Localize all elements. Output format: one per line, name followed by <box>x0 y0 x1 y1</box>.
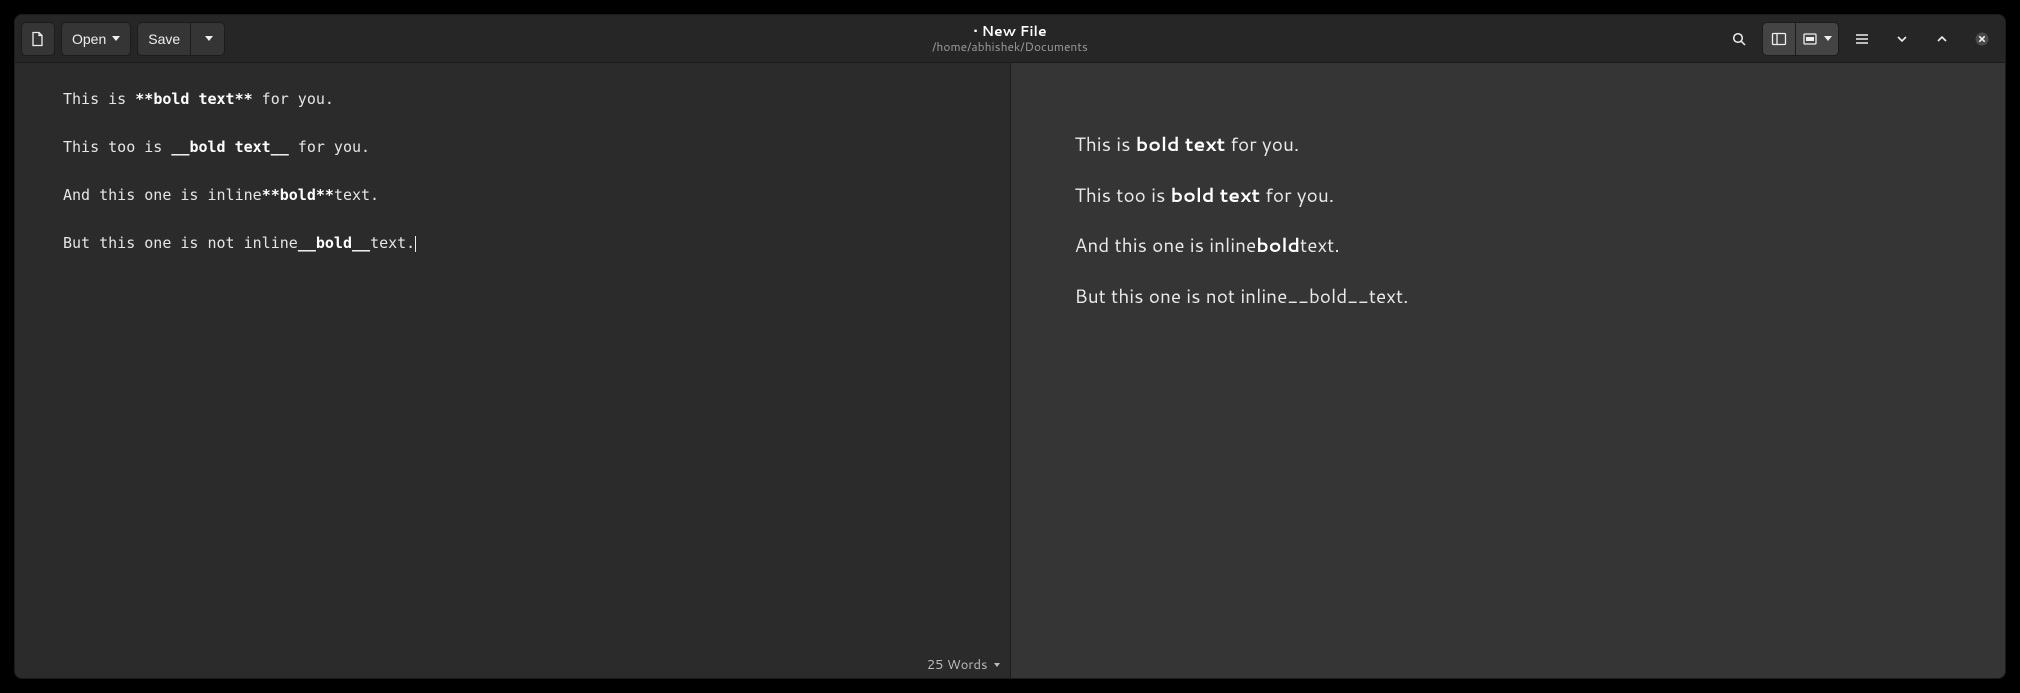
editor-segment: bold <box>316 234 352 252</box>
preview-content: This is bold text for you.This too is bo… <box>1011 63 2006 357</box>
editor-segment: text. <box>334 186 379 204</box>
sidebar-toggle-button[interactable] <box>1762 22 1796 56</box>
editor-segment: text. <box>370 234 415 252</box>
save-button-group: Save <box>137 22 225 56</box>
content-area: This is **bold text** for you. This too … <box>15 63 2005 678</box>
preview-text: text. <box>1300 232 1340 259</box>
save-menu-button[interactable] <box>191 22 225 56</box>
close-icon <box>1974 31 1990 47</box>
preview-text: And this one is inline <box>1075 232 1257 259</box>
editor-segment: ** <box>235 90 253 108</box>
preview-text: for you. <box>1225 131 1299 158</box>
editor-segment: And this one is inline <box>63 186 262 204</box>
save-button[interactable]: Save <box>137 22 191 56</box>
preview-pane: This is bold text for you.This too is bo… <box>1011 63 2006 678</box>
preview-text: This is <box>1075 131 1136 158</box>
editor-segment: ** <box>262 186 280 204</box>
text-cursor <box>415 236 416 253</box>
preview-paragraph: But this one is not inline__bold__text. <box>1075 283 1942 312</box>
editor-segment: bold text <box>189 138 270 156</box>
preview-text: This too is <box>1075 182 1171 209</box>
editor-segment: __ <box>171 138 189 156</box>
close-button[interactable] <box>1965 22 1999 56</box>
open-button-group: Open <box>61 22 131 56</box>
header-center: • New File /home/abhishek/Documents <box>15 15 2005 63</box>
editor-segment: for you. <box>289 138 370 156</box>
open-button[interactable]: Open <box>61 22 131 56</box>
preview-text: But this one is not inline__bold__text. <box>1075 283 1409 310</box>
chevron-up-icon <box>1934 31 1950 47</box>
sidebar-toggle-icon <box>1771 31 1787 47</box>
hamburger-menu-button[interactable] <box>1845 22 1879 56</box>
chevron-down-icon <box>1894 31 1910 47</box>
editor-line[interactable]: This too is __bold text__ for you. <box>63 135 962 159</box>
preview-paragraph: This too is bold text for you. <box>1075 182 1942 211</box>
view-mode-group <box>1762 22 1839 56</box>
open-button-label: Open <box>72 31 106 47</box>
editor-segment: But this one is not inline <box>63 234 298 252</box>
editor-line[interactable]: This is **bold text** for you. <box>63 87 962 111</box>
status-bar: 25 Words <box>15 652 1010 678</box>
editor-segment: This is <box>63 90 135 108</box>
preview-text: for you. <box>1260 182 1334 209</box>
header-left: Open Save <box>21 22 225 56</box>
editor-segment: ** <box>135 90 153 108</box>
new-file-button[interactable] <box>21 22 55 56</box>
maximize-button[interactable] <box>1925 22 1959 56</box>
preview-paragraph: This is bold text for you. <box>1075 131 1942 160</box>
search-icon <box>1731 31 1747 47</box>
search-button[interactable] <box>1722 22 1756 56</box>
editor-line[interactable]: But this one is not inline__bold__text. <box>63 231 962 255</box>
chevron-down-icon <box>1824 36 1832 41</box>
editor-line[interactable] <box>63 111 962 135</box>
editor-line[interactable] <box>63 207 962 231</box>
preview-bold: bold <box>1256 232 1300 259</box>
chevron-down-icon <box>994 663 1000 667</box>
editor-pane[interactable]: This is **bold text** for you. This too … <box>15 63 1011 678</box>
editor-segment: __ <box>298 234 316 252</box>
editor-line[interactable]: And this one is inline**bold**text. <box>63 183 962 207</box>
editor-segment: bold <box>280 186 316 204</box>
preview-paragraph: And this one is inlineboldtext. <box>1075 232 1942 261</box>
window-subtitle: /home/abhishek/Documents <box>932 40 1088 54</box>
editor-segment: __ <box>352 234 370 252</box>
window-title: • New File <box>973 23 1046 40</box>
new-file-icon <box>30 31 46 47</box>
editor-text[interactable]: This is **bold text** for you. This too … <box>15 63 1010 279</box>
editor-segment: ** <box>316 186 334 204</box>
header-bar: Open Save • New File /home/abhishek/Docu… <box>15 15 2005 63</box>
editor-segment: __ <box>271 138 289 156</box>
chevron-down-icon <box>205 36 213 41</box>
preview-bold: bold text <box>1171 182 1260 209</box>
editor-line[interactable] <box>63 159 962 183</box>
insert-menu-button[interactable] <box>1796 22 1839 56</box>
insert-icon <box>1802 31 1818 47</box>
header-right <box>1722 22 1999 56</box>
chevron-down-icon <box>112 36 120 41</box>
editor-segment: bold text <box>153 90 234 108</box>
word-count[interactable]: 25 Words <box>927 656 988 674</box>
minimize-button[interactable] <box>1885 22 1919 56</box>
save-button-label: Save <box>148 31 180 47</box>
editor-segment: for you. <box>253 90 334 108</box>
editor-segment: This too is <box>63 138 171 156</box>
hamburger-menu-icon <box>1854 31 1870 47</box>
preview-bold: bold text <box>1136 131 1225 158</box>
app-window: Open Save • New File /home/abhishek/Docu… <box>14 14 2006 679</box>
